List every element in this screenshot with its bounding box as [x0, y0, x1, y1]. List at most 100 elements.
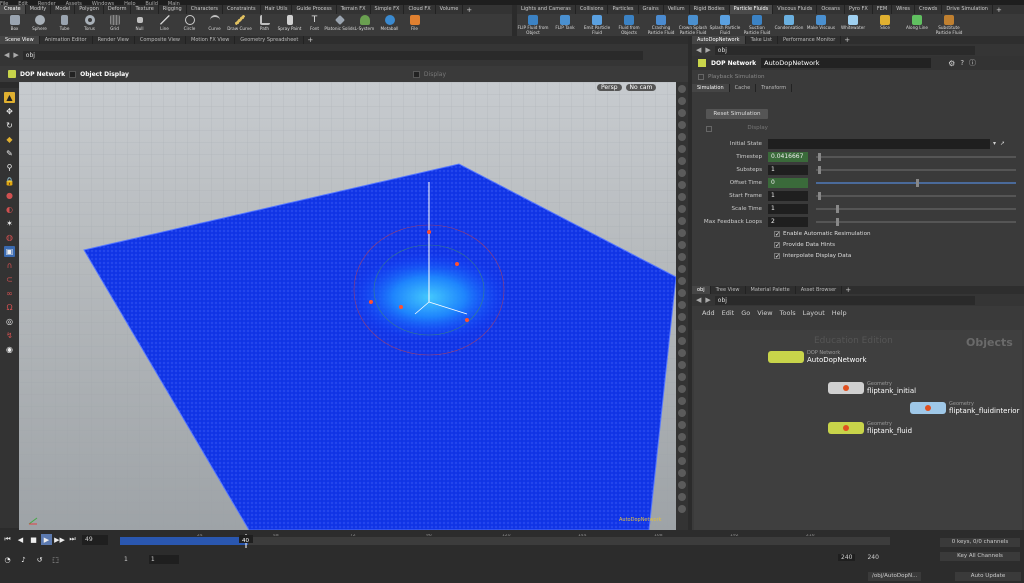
slider-knob[interactable]: [836, 217, 839, 226]
tool-sphere[interactable]: Sphere: [27, 14, 52, 31]
display-option-icon[interactable]: [678, 169, 686, 177]
start-frame-slider[interactable]: [816, 191, 1016, 200]
menu-help[interactable]: Help: [832, 309, 847, 317]
paint-icon[interactable]: ◍: [4, 232, 15, 243]
persp-dropdown[interactable]: Persp: [597, 84, 622, 91]
tool-flip-tank[interactable]: FLIP Tank: [549, 14, 581, 31]
back-arrow-icon[interactable]: ◀: [696, 296, 701, 304]
info-icon[interactable]: ⓘ: [969, 58, 976, 68]
shelf-tab[interactable]: Collisions: [576, 5, 609, 14]
grab-icon[interactable]: ⊂: [4, 274, 15, 285]
tab-transform[interactable]: Transform: [756, 84, 793, 92]
tab-scene-view[interactable]: Scene View: [0, 36, 40, 44]
display-option-icon[interactable]: [678, 121, 686, 129]
shelf-tab[interactable]: Create: [0, 5, 26, 14]
shelf-tab[interactable]: Polygon: [75, 5, 104, 14]
handle-tool-icon[interactable]: ✎: [4, 148, 15, 159]
shelf-tab[interactable]: Model: [51, 5, 76, 14]
handle-point[interactable]: [427, 230, 431, 234]
shelf-tab[interactable]: Vellum: [664, 5, 690, 14]
add-tab-icon[interactable]: +: [841, 36, 853, 44]
tool-along-line[interactable]: Along Line: [901, 14, 933, 31]
brush-icon[interactable]: ✶: [4, 218, 15, 229]
scale-time-slider[interactable]: [816, 204, 1016, 213]
pick-icon[interactable]: ➚: [1000, 140, 1005, 147]
tool-fluid-from-objects[interactable]: Fluid from Objects: [613, 14, 645, 35]
tab-motion-fx-view[interactable]: Motion FX View: [186, 36, 236, 44]
playback-checkbox[interactable]: [698, 74, 704, 80]
shelf-tab[interactable]: Cloud FX: [404, 5, 436, 14]
tool-make-viscous[interactable]: Make Viscous: [805, 14, 837, 31]
display-option-icon[interactable]: [678, 205, 686, 213]
node-autodopnetwork[interactable]: DOP Network AutoDopNetwork: [768, 350, 867, 364]
tool-condensation[interactable]: Condensation: [773, 14, 805, 31]
tab-geometry-spreadsheet[interactable]: Geometry Spreadsheet: [235, 36, 305, 44]
display-option-icon[interactable]: [678, 193, 686, 201]
menu-layout[interactable]: Layout: [803, 309, 825, 317]
pose-tool-icon[interactable]: ⚲: [4, 162, 15, 173]
add-tab-icon[interactable]: +: [463, 6, 475, 14]
max-feedback-slider[interactable]: [816, 217, 1016, 226]
check-data-hints[interactable]: ✓ Provide Data Hints: [774, 242, 835, 249]
shelf-tab[interactable]: Lights and Cameras: [517, 5, 576, 14]
tool-splash-particle-fluid[interactable]: Splash Particle Fluid: [709, 14, 741, 35]
add-tab-icon[interactable]: +: [304, 36, 316, 44]
display-checkbox[interactable]: [706, 126, 712, 132]
jump-start-icon[interactable]: ⏮: [2, 534, 13, 545]
display-option-icon[interactable]: [678, 505, 686, 513]
tool-emit-particle-fluid[interactable]: Emit Particle Fluid: [581, 14, 613, 35]
slider-knob[interactable]: [818, 191, 821, 200]
display-option-icon[interactable]: [678, 349, 686, 357]
tool-whitewater[interactable]: Whitewater: [837, 14, 869, 31]
auto-update-dropdown[interactable]: Auto Update: [955, 572, 1021, 581]
shelf-tab[interactable]: Volume: [436, 5, 464, 14]
shelf-tab[interactable]: Simple FX: [371, 5, 405, 14]
shelf-tab[interactable]: Constraints: [223, 5, 261, 14]
tool-torus[interactable]: Torus: [77, 14, 102, 31]
slider-knob[interactable]: [836, 204, 839, 213]
tab-performance-monitor[interactable]: Performance Monitor: [778, 36, 842, 44]
timestep-field[interactable]: 0.0416667: [768, 151, 808, 162]
play-icon[interactable]: ▶: [41, 534, 52, 545]
tab-material-palette[interactable]: Material Palette: [746, 286, 796, 294]
tool-file[interactable]: File: [402, 14, 427, 31]
node-body[interactable]: [768, 351, 804, 363]
checkmark-icon[interactable]: ✓: [774, 253, 780, 260]
display-option-icon[interactable]: [678, 313, 686, 321]
shelf-tab[interactable]: Wires: [892, 5, 916, 14]
tab-take-list[interactable]: Take List: [746, 36, 778, 44]
handle-point[interactable]: [465, 318, 469, 322]
object-display-checkbox[interactable]: [69, 70, 77, 78]
shelf-tab[interactable]: Crowds: [915, 5, 943, 14]
tool-platonic[interactable]: Platonic Solids: [324, 14, 355, 31]
node-fliptank-fluidinterior[interactable]: Geometry fliptank_fluidinterior: [910, 401, 1019, 415]
checkmark-icon[interactable]: ✓: [774, 231, 780, 238]
tool-draw-curve[interactable]: Draw Curve: [227, 14, 252, 31]
tool-lsystem[interactable]: L-System: [352, 14, 377, 31]
tool-spray-paint[interactable]: Spray Paint: [277, 14, 302, 31]
loop-icon[interactable]: ↺: [34, 554, 45, 565]
add-tab-icon[interactable]: +: [993, 6, 1005, 14]
audio-icon[interactable]: ♪: [18, 554, 29, 565]
range-icon[interactable]: ⬚: [50, 554, 61, 565]
range-end-field[interactable]: 240: [838, 554, 856, 561]
back-arrow-icon[interactable]: ◀: [696, 46, 701, 54]
display-option-icon[interactable]: [678, 181, 686, 189]
display-option-icon[interactable]: [678, 289, 686, 297]
shelf-tab[interactable]: Deform: [104, 5, 132, 14]
end-frame-value[interactable]: 240: [867, 554, 878, 561]
display-option-icon[interactable]: [678, 109, 686, 117]
menu-add[interactable]: Add: [702, 309, 715, 317]
display-option-icon[interactable]: [678, 241, 686, 249]
shelf-tab[interactable]: Rigid Bodies: [690, 5, 730, 14]
display-option-icon[interactable]: [678, 217, 686, 225]
slider-knob[interactable]: [916, 178, 919, 187]
display-option-icon[interactable]: [678, 409, 686, 417]
shelf-tab[interactable]: Modify: [26, 5, 52, 14]
display-option-icon[interactable]: [678, 229, 686, 237]
display-option-icon[interactable]: [678, 253, 686, 261]
tab-autodopnetwork[interactable]: AutoDopNetwork: [692, 36, 746, 44]
display-option-icon[interactable]: [678, 421, 686, 429]
tool-font[interactable]: T Font: [302, 14, 327, 31]
display-option-icon[interactable]: [678, 457, 686, 465]
